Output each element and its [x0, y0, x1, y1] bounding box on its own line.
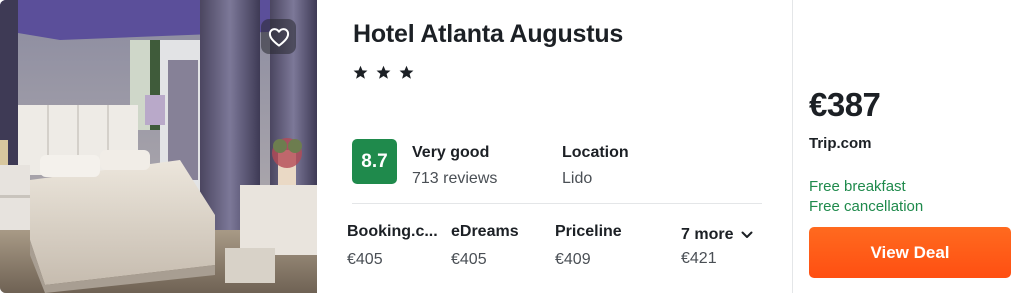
rating-label: Very good — [412, 144, 490, 161]
divider — [352, 203, 762, 204]
section-divider — [792, 0, 793, 293]
location-title: Location — [562, 144, 629, 161]
provider-name: Priceline — [555, 223, 622, 240]
provider-price: €405 — [347, 251, 383, 268]
favorite-button[interactable] — [261, 19, 296, 54]
rating-score-badge: 8.7 — [352, 139, 397, 184]
star-icon — [353, 65, 368, 79]
more-providers-toggle[interactable]: 7 more — [681, 226, 753, 244]
location-value: Lido — [562, 170, 593, 187]
hotel-result-card: Hotel Atlanta Augustus 8.7 Very good 713… — [0, 0, 1024, 293]
provider-price: €409 — [555, 251, 591, 268]
star-icon — [376, 65, 391, 79]
perk-free-breakfast: Free breakfast — [809, 178, 906, 195]
best-price: €387 — [809, 86, 881, 123]
star-icon — [399, 65, 414, 79]
chevron-down-icon — [741, 231, 753, 238]
provider-offer-edreams[interactable]: eDreams €405 — [451, 223, 519, 269]
review-count[interactable]: 713 reviews — [412, 170, 497, 188]
more-providers-price: €421 — [681, 250, 717, 267]
provider-offer-booking[interactable]: Booking.c... €405 — [347, 223, 438, 269]
heart-icon — [268, 27, 289, 47]
best-price-site: Trip.com — [809, 135, 872, 152]
view-deal-button[interactable]: View Deal — [809, 227, 1011, 278]
provider-name: eDreams — [451, 223, 519, 240]
provider-price: €405 — [451, 251, 487, 268]
provider-name: Booking.c... — [347, 223, 438, 240]
provider-offer-priceline[interactable]: Priceline €409 — [555, 223, 622, 269]
star-rating — [352, 64, 415, 81]
perk-free-cancellation: Free cancellation — [809, 198, 924, 215]
hotel-name[interactable]: Hotel Atlanta Augustus — [353, 20, 623, 49]
more-providers-label: 7 more — [681, 226, 734, 243]
hotel-photo[interactable] — [0, 0, 317, 293]
